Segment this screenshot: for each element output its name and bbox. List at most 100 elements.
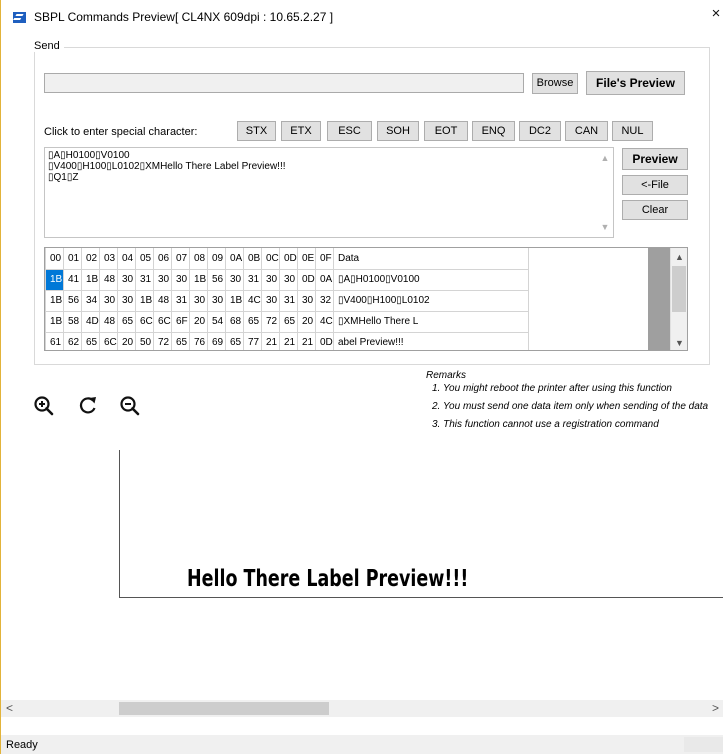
scroll-up-icon[interactable]: ▲ [597, 150, 613, 166]
rotate-icon[interactable] [77, 395, 99, 417]
hex-cell[interactable]: 69 [207, 331, 226, 350]
eot-button[interactable]: EOT [424, 121, 468, 141]
hex-cell[interactable]: 30 [171, 268, 190, 291]
data-cell[interactable]: ▯V400▯H100▯L0102 [333, 289, 529, 312]
column-header[interactable]: 00 [45, 248, 64, 270]
table-row[interactable]: 1B 56 34 30 30 1B 48 31 30 30 1B 4C 30 3… [45, 289, 529, 312]
close-button[interactable]: × [708, 6, 723, 22]
hex-cell[interactable]: 56 [207, 268, 226, 291]
hex-cell[interactable]: 30 [261, 268, 280, 291]
hex-cell[interactable]: 72 [261, 310, 280, 333]
hex-cell[interactable]: 30 [99, 289, 118, 312]
column-header[interactable]: 02 [81, 248, 100, 270]
enq-button[interactable]: ENQ [472, 121, 515, 141]
hex-cell[interactable]: 32 [315, 289, 334, 312]
column-header[interactable]: 05 [135, 248, 154, 270]
grid-scrollbar[interactable]: ▲ ▼ [670, 248, 687, 350]
hex-cell[interactable]: 0A [315, 268, 334, 291]
hex-cell[interactable]: 1B [45, 268, 64, 291]
scroll-down-icon[interactable]: ▼ [671, 335, 687, 350]
hex-cell[interactable]: 65 [279, 310, 298, 333]
hex-cell[interactable]: 68 [225, 310, 244, 333]
hex-cell[interactable]: 30 [117, 268, 136, 291]
table-row[interactable]: 61 62 65 6C 20 50 72 65 76 69 65 77 21 2… [45, 331, 529, 350]
hex-cell[interactable]: 61 [45, 331, 64, 350]
hex-cell[interactable]: 65 [81, 331, 100, 350]
preview-button[interactable]: Preview [622, 148, 688, 170]
table-row[interactable]: 1B 41 1B 48 30 31 30 30 1B 56 30 31 30 3… [45, 268, 529, 291]
nul-button[interactable]: NUL [612, 121, 653, 141]
file-back-button[interactable]: <-File [622, 175, 688, 195]
hex-cell[interactable]: 20 [297, 310, 316, 333]
column-header[interactable]: 06 [153, 248, 172, 270]
hex-cell[interactable]: 6F [171, 310, 190, 333]
hex-cell[interactable]: 50 [135, 331, 154, 350]
column-header[interactable]: 0B [243, 248, 262, 270]
hex-cell[interactable]: 4D [81, 310, 100, 333]
dc2-button[interactable]: DC2 [519, 121, 561, 141]
hex-cell[interactable]: 48 [153, 289, 172, 312]
column-header[interactable]: 07 [171, 248, 190, 270]
hex-cell[interactable]: 34 [81, 289, 100, 312]
scroll-right-icon[interactable]: > [707, 700, 723, 717]
hex-cell[interactable]: 21 [261, 331, 280, 350]
data-column-header[interactable]: Data [333, 248, 529, 270]
clear-button[interactable]: Clear [622, 200, 688, 220]
column-header[interactable]: 0E [297, 248, 316, 270]
hex-cell[interactable]: 48 [99, 310, 118, 333]
column-header[interactable]: 0D [279, 248, 298, 270]
hex-cell[interactable]: 65 [171, 331, 190, 350]
hex-cell[interactable]: 31 [171, 289, 190, 312]
hex-cell[interactable]: 0D [297, 268, 316, 291]
hex-cell[interactable]: 4C [315, 310, 334, 333]
column-header[interactable]: 01 [63, 248, 82, 270]
hex-cell[interactable]: 4C [243, 289, 262, 312]
hex-cell[interactable]: 6C [153, 310, 172, 333]
hex-cell[interactable]: 21 [279, 331, 298, 350]
hex-cell[interactable]: 31 [135, 268, 154, 291]
data-cell[interactable]: ▯XMHello There L [333, 310, 529, 333]
column-header[interactable]: 0A [225, 248, 244, 270]
hex-cell[interactable]: 20 [189, 310, 208, 333]
hex-cell[interactable]: 20 [117, 331, 136, 350]
column-header[interactable]: 0C [261, 248, 280, 270]
hex-cell[interactable]: 30 [279, 268, 298, 291]
hex-cell[interactable]: 31 [243, 268, 262, 291]
hex-cell[interactable]: 6C [135, 310, 154, 333]
soh-button[interactable]: SOH [377, 121, 419, 141]
hex-grid[interactable]: 00 01 02 03 04 05 06 07 08 09 0A 0B 0C 0… [44, 247, 688, 351]
hex-cell[interactable]: 1B [45, 310, 64, 333]
hex-cell[interactable]: 1B [225, 289, 244, 312]
hex-cell[interactable]: 48 [99, 268, 118, 291]
command-textarea[interactable]: ▯A▯H0100▯V0100 ▯V400▯H100▯L0102▯XMHello … [44, 147, 614, 238]
esc-button[interactable]: ESC [327, 121, 372, 141]
column-header[interactable]: 09 [207, 248, 226, 270]
hex-cell[interactable]: 30 [225, 268, 244, 291]
hex-cell[interactable]: 30 [207, 289, 226, 312]
scroll-left-icon[interactable]: < [1, 700, 18, 717]
hex-cell[interactable]: 30 [153, 268, 172, 291]
command-scrollbar[interactable]: ▲ ▼ [597, 148, 613, 237]
hex-cell[interactable]: 1B [45, 289, 64, 312]
browse-button[interactable]: Browse [532, 73, 578, 94]
hex-cell[interactable]: 31 [279, 289, 298, 312]
zoom-in-icon[interactable] [33, 395, 55, 417]
column-header[interactable]: 04 [117, 248, 136, 270]
data-cell[interactable]: abel Preview!!! [333, 331, 529, 350]
hex-cell[interactable]: 0D [315, 331, 334, 350]
hex-cell[interactable]: 1B [135, 289, 154, 312]
hex-cell[interactable]: 56 [63, 289, 82, 312]
hex-cell[interactable]: 58 [63, 310, 82, 333]
zoom-out-icon[interactable] [119, 395, 141, 417]
etx-button[interactable]: ETX [281, 121, 321, 141]
can-button[interactable]: CAN [565, 121, 608, 141]
data-cell[interactable]: ▯A▯H0100▯V0100 [333, 268, 529, 291]
hex-cell[interactable]: 30 [261, 289, 280, 312]
hex-cell[interactable]: 65 [243, 310, 262, 333]
hex-cell[interactable]: 76 [189, 331, 208, 350]
table-row[interactable]: 1B 58 4D 48 65 6C 6C 6F 20 54 68 65 72 6… [45, 310, 529, 333]
hex-cell[interactable]: 54 [207, 310, 226, 333]
stx-button[interactable]: STX [237, 121, 276, 141]
hex-cell[interactable]: 30 [189, 289, 208, 312]
hex-cell[interactable]: 1B [81, 268, 100, 291]
